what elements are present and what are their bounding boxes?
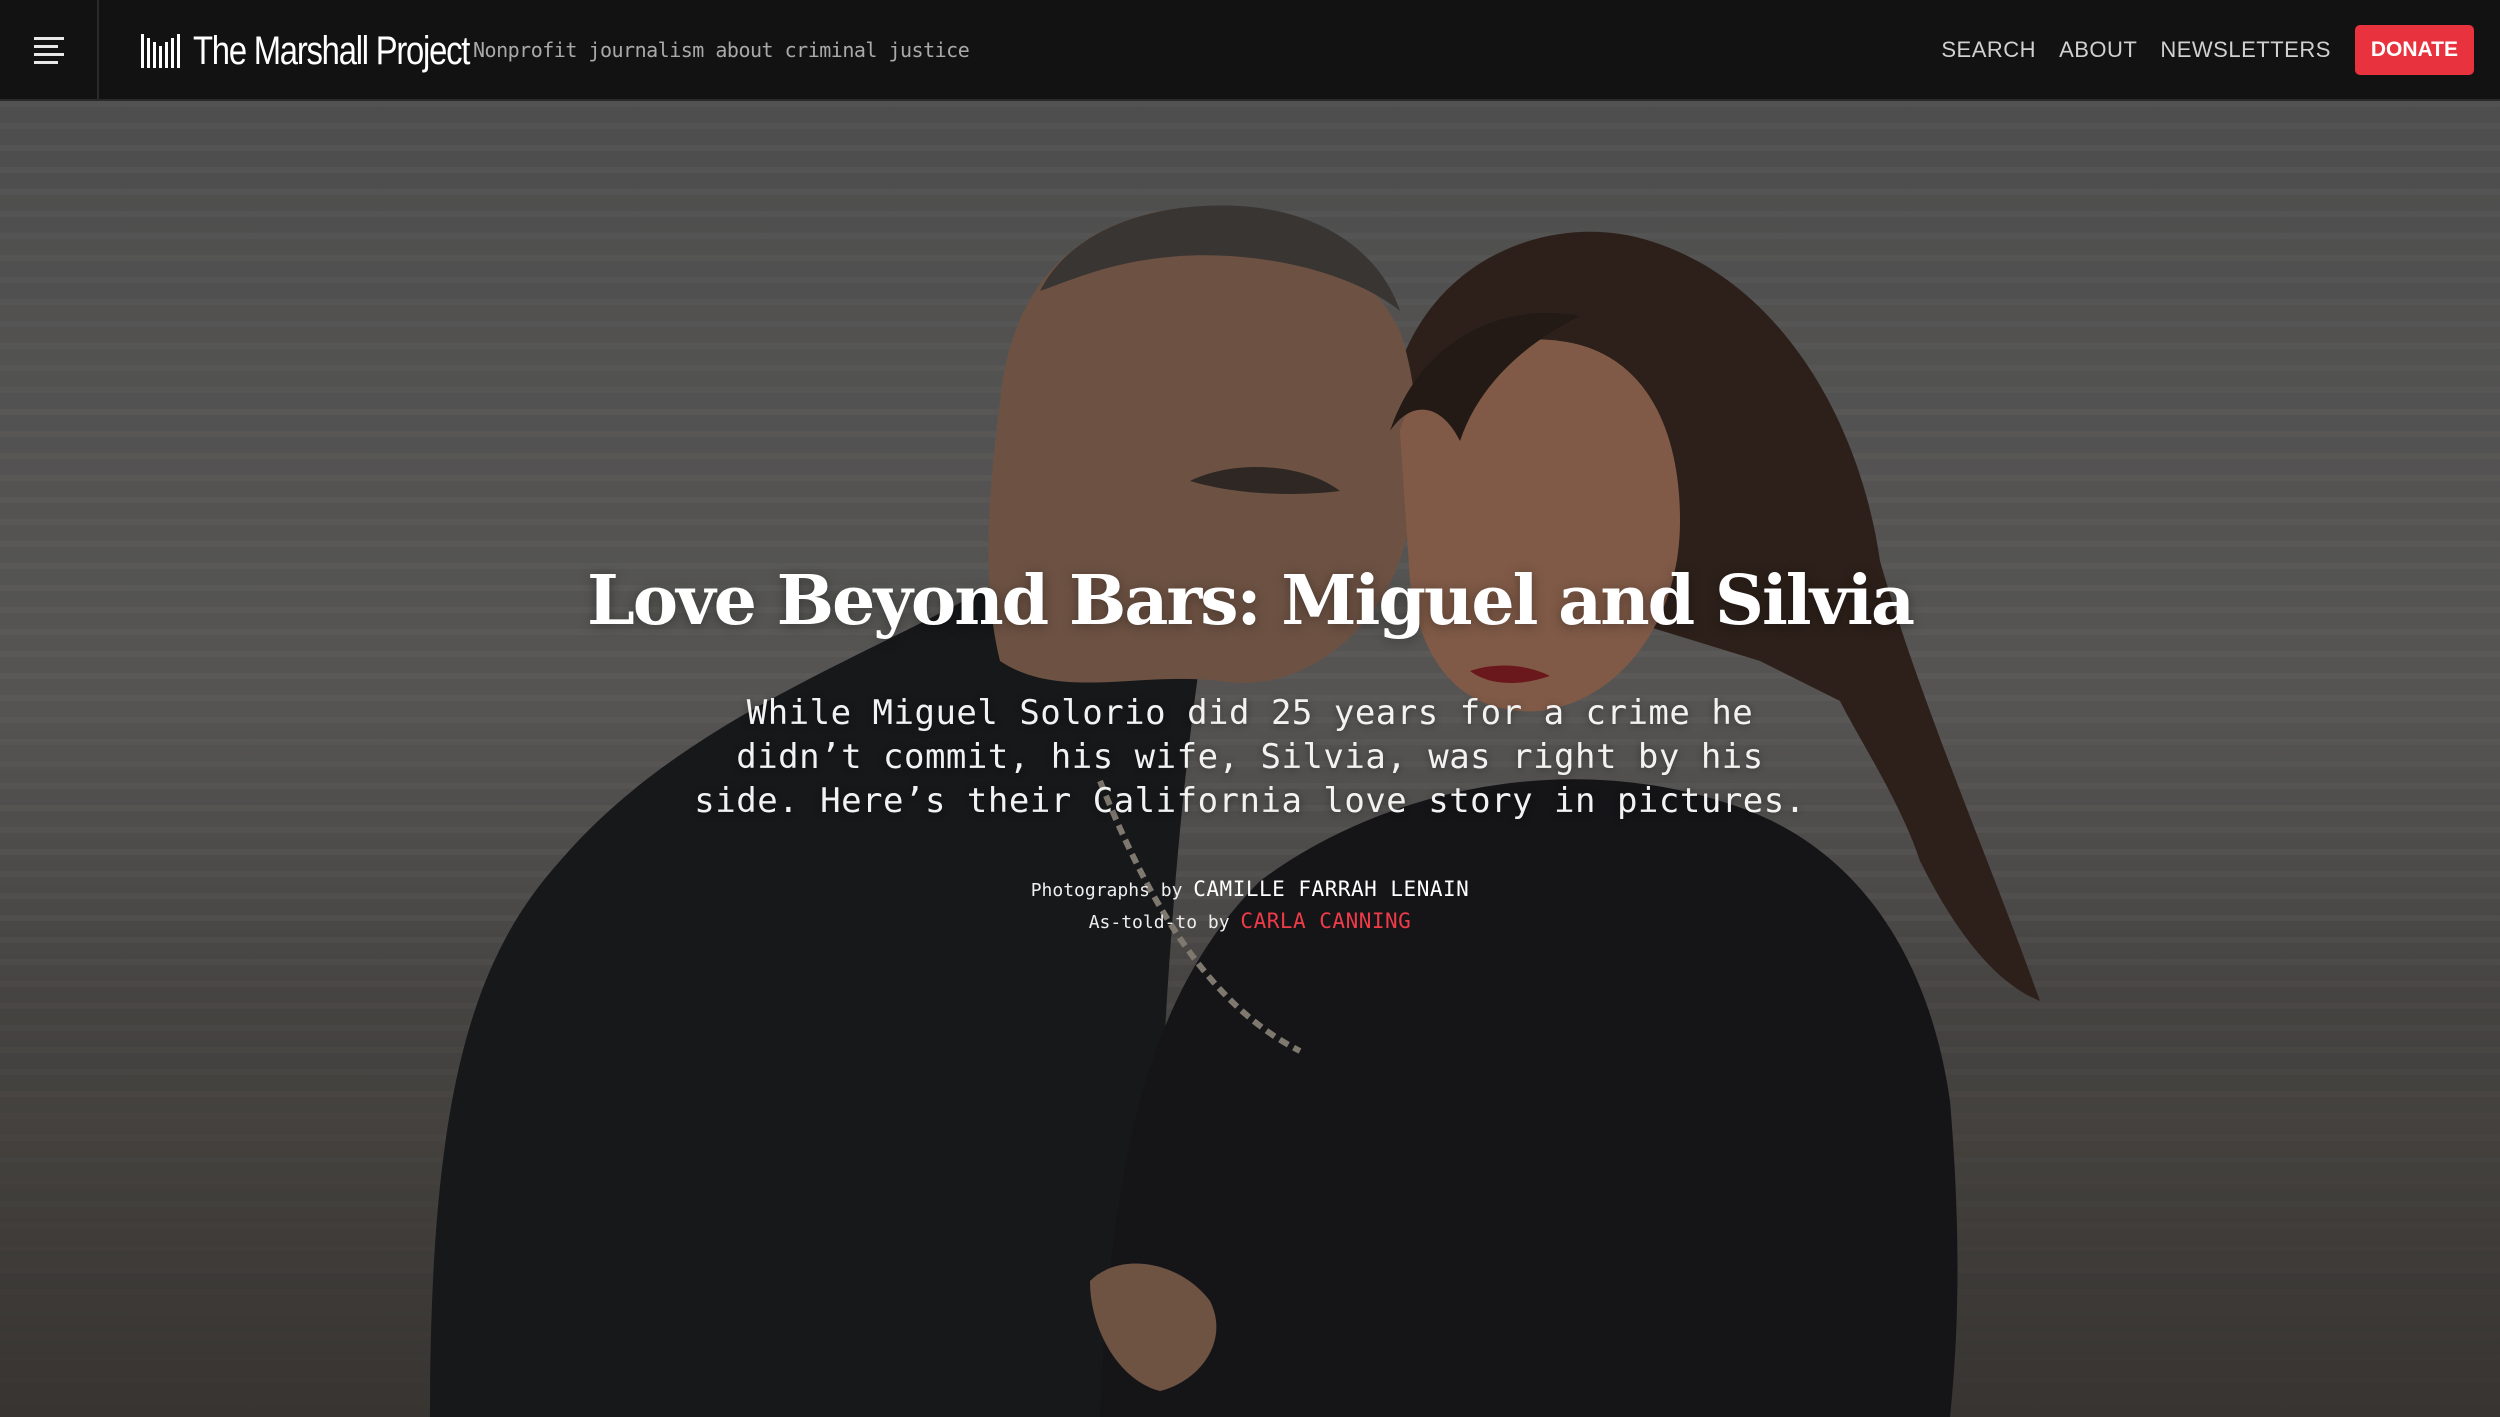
writer-name-link[interactable]: CARLA CANNING <box>1240 909 1411 933</box>
top-nav: SEARCH ABOUT NEWSLETTERS DONATE <box>1918 25 2474 75</box>
site-tagline: Nonprofit journalism about criminal just… <box>473 38 970 62</box>
hero-section: Love Beyond Bars: Miguel and Silvia Whil… <box>0 101 2500 1417</box>
bars-logo-icon <box>141 34 183 68</box>
article-headline: Love Beyond Bars: Miguel and Silvia <box>586 561 1915 641</box>
writer-credit-line: As-told-to by CARLA CANNING <box>0 906 2500 938</box>
hamburger-menu-icon <box>33 32 64 69</box>
article-dek: While Miguel Solorio did 25 years for a … <box>694 693 1806 821</box>
photo-credit-line: Photographs by CAMILLE FARRAH LENAIN <box>0 874 2500 906</box>
nav-search-link[interactable]: SEARCH <box>1941 37 2036 63</box>
donate-button[interactable]: DONATE <box>2354 25 2474 75</box>
photographer-name: CAMILLE FARRAH LENAIN <box>1193 877 1470 901</box>
nav-about-link[interactable]: ABOUT <box>2059 37 2137 63</box>
site-header: The Marshall Project Nonprofit journalis… <box>0 0 2500 101</box>
writer-credit-prefix: As-told-to by <box>1088 912 1230 933</box>
menu-button[interactable] <box>0 0 99 101</box>
photo-credit-prefix: Photographs by <box>1030 880 1183 901</box>
article-credits: Photographs by CAMILLE FARRAH LENAIN As-… <box>0 874 2500 938</box>
nav-newsletters-link[interactable]: NEWSLETTERS <box>2160 37 2331 63</box>
site-logo[interactable]: The Marshall Project <box>141 24 530 78</box>
logo-text: The Marshall Project <box>193 28 470 73</box>
